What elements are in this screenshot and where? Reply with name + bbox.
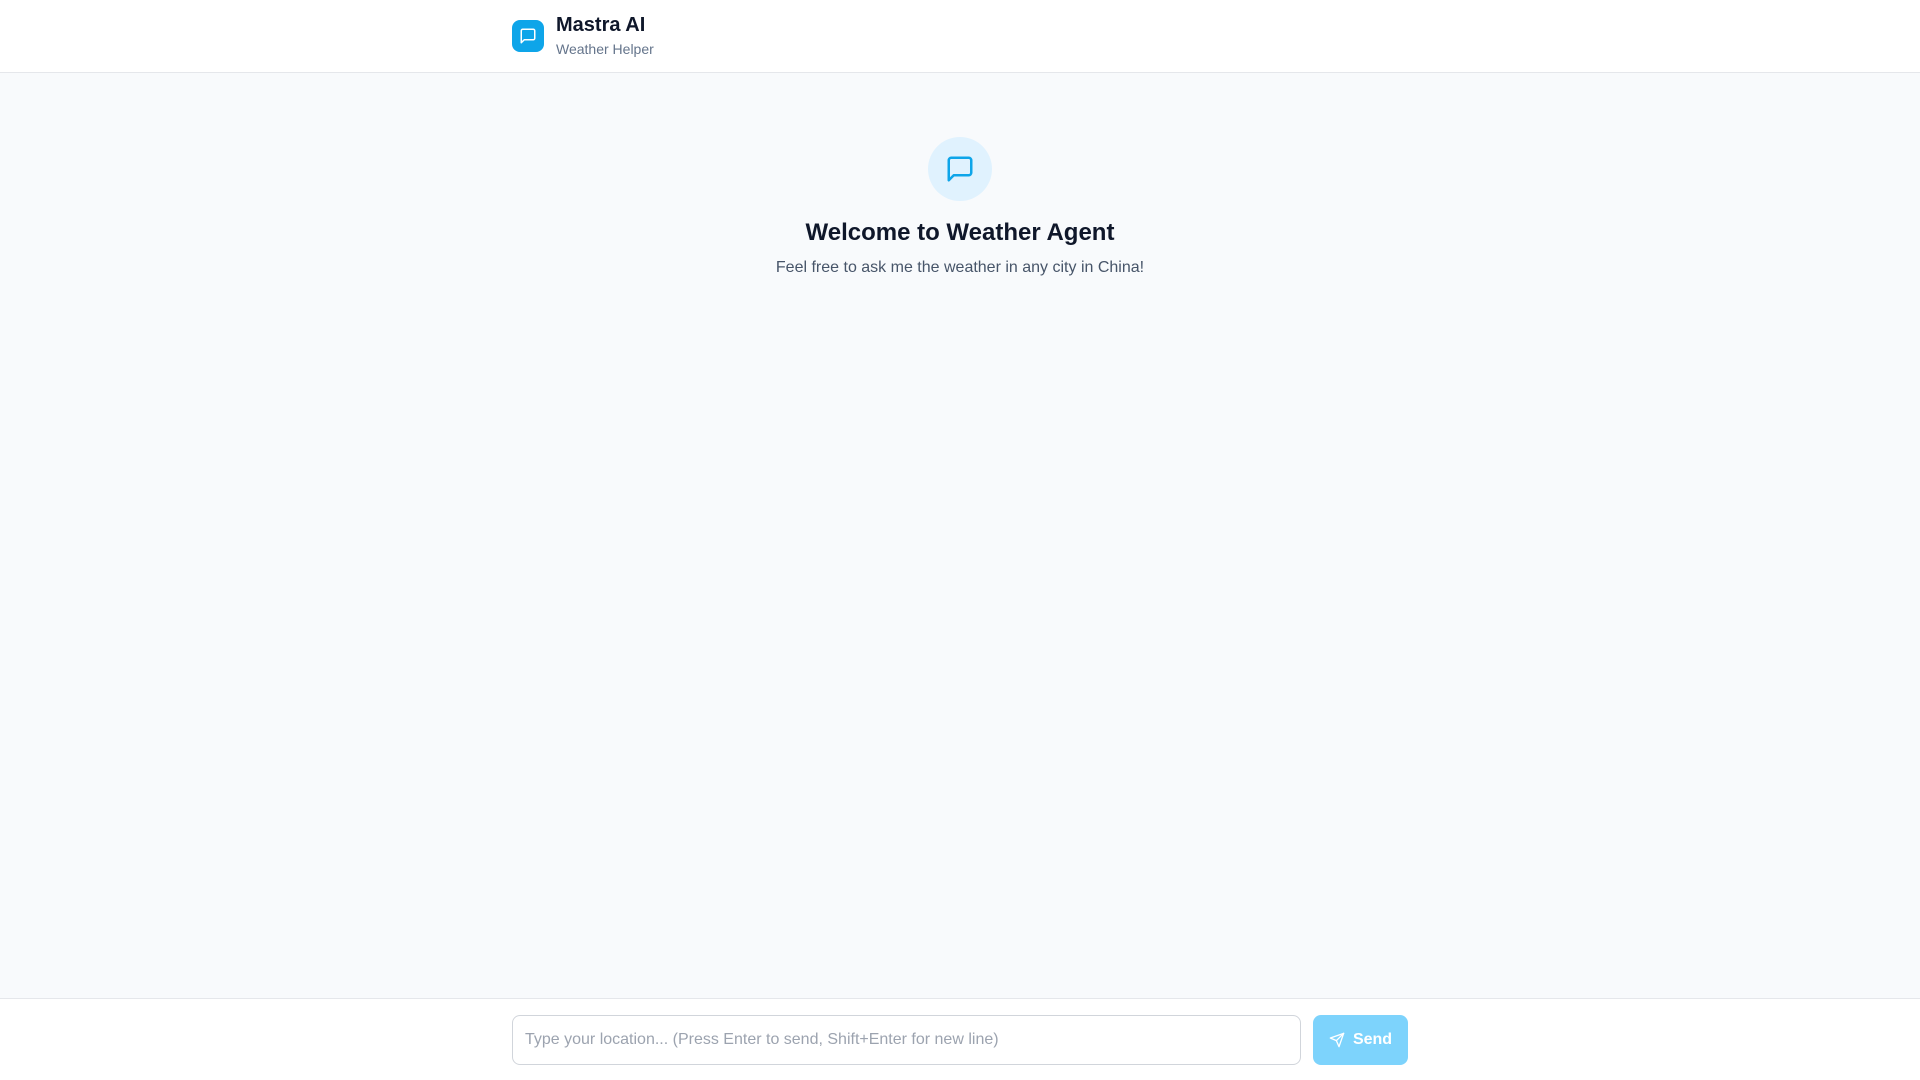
header: Mastra AI Weather Helper xyxy=(0,0,1920,73)
header-inner: Mastra AI Weather Helper xyxy=(512,0,1408,72)
logo xyxy=(512,20,544,52)
welcome-icon-circle xyxy=(928,137,992,201)
send-button[interactable]: Send xyxy=(1313,1015,1408,1065)
brand: Mastra AI Weather Helper xyxy=(556,14,654,57)
send-label: Send xyxy=(1352,1031,1393,1048)
composer: Send xyxy=(0,998,1920,1080)
welcome-panel: Welcome to Weather Agent Feel free to as… xyxy=(776,137,1144,998)
app-subtitle: Weather Helper xyxy=(556,41,654,58)
chat-area: Welcome to Weather Agent Feel free to as… xyxy=(0,73,1920,998)
app: Mastra AI Weather Helper Welcome to Weat… xyxy=(0,0,1920,1080)
composer-inner: Send xyxy=(512,999,1408,1080)
welcome-subtitle: Feel free to ask me the weather in any c… xyxy=(775,259,1145,276)
chat-bubble-icon xyxy=(519,27,537,45)
welcome-title: Welcome to Weather Agent xyxy=(805,219,1115,246)
chat-bubble-icon xyxy=(945,154,975,184)
send-icon xyxy=(1329,1032,1345,1048)
app-title: Mastra AI xyxy=(556,14,646,37)
message-input[interactable] xyxy=(512,1015,1301,1065)
